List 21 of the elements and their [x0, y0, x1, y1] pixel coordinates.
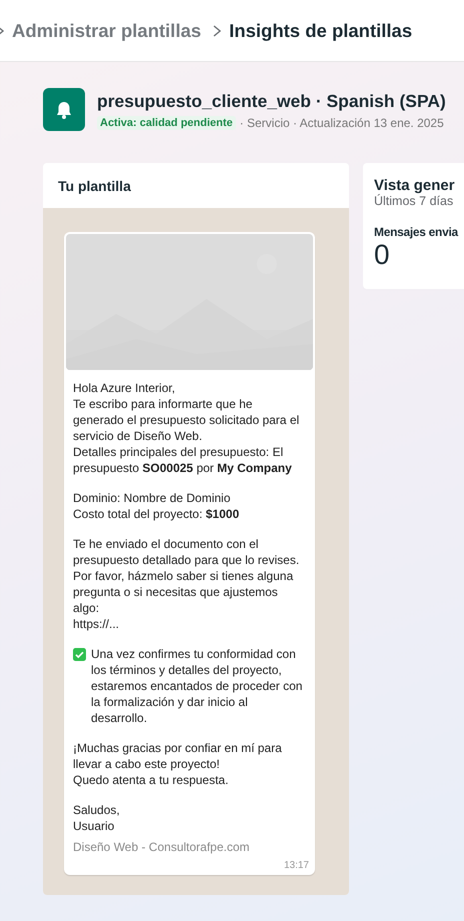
message-paragraph: Una vez confirmes tu conformidad con los términos y detalles del proyecto, estaremos encantados de proceder con la formalización y dar inicio al desarrollo. — [91, 646, 304, 726]
message-paragraph: Dominio: Nombre de Dominio Costo total del proyecto: $1000 — [73, 490, 240, 522]
breadcrumb-link[interactable]: Insights de plantillas — [229, 20, 412, 42]
chevron-icon — [211, 24, 224, 38]
breadcrumb-link[interactable]: Administrar plantillas — [12, 20, 202, 42]
metric-value: 0 — [374, 239, 391, 271]
bell-icon — [43, 88, 85, 131]
status-badge: Activa: calidad pendiente — [97, 116, 236, 130]
checkmark-icon — [73, 648, 86, 661]
message-footer: Diseño Web - Consultorafpe.com — [66, 840, 313, 854]
message-paragraph: Hola Azure Interior, Te escribo para informarte que he generado el presupuesto solicitado para el servicio de Diseño Web. Detalles principales del presupuesto: El presupuesto SO00025 por My Company — [73, 380, 300, 476]
metric-label: Mensajes envia — [374, 225, 460, 239]
message-paragraph: Saludos, Usuario — [73, 802, 121, 834]
message-paragraph: ¡Muchas gracias por confiar en mí para llevar a cabo este proyecto! Quedo atenta a tu respuesta. — [73, 740, 283, 788]
period-label: Últimos 7 días — [374, 194, 454, 208]
template-meta: · Servicio · Actualización 13 ene. 2025 — [240, 116, 444, 130]
message-time: 13:17 — [282, 859, 310, 871]
template-name: presupuesto_cliente_web · Spanish (SPA) — [97, 91, 446, 112]
card-title: Tu plantilla — [57, 176, 132, 196]
overview-title: Vista gener — [374, 177, 456, 194]
message-paragraph: Te he enviado el documento con el presupuesto detallado para que lo revises. Por favor, házmelo saber si tienes alguna pregunta o si necesitas que ajustemos algo: https://... — [73, 536, 300, 632]
